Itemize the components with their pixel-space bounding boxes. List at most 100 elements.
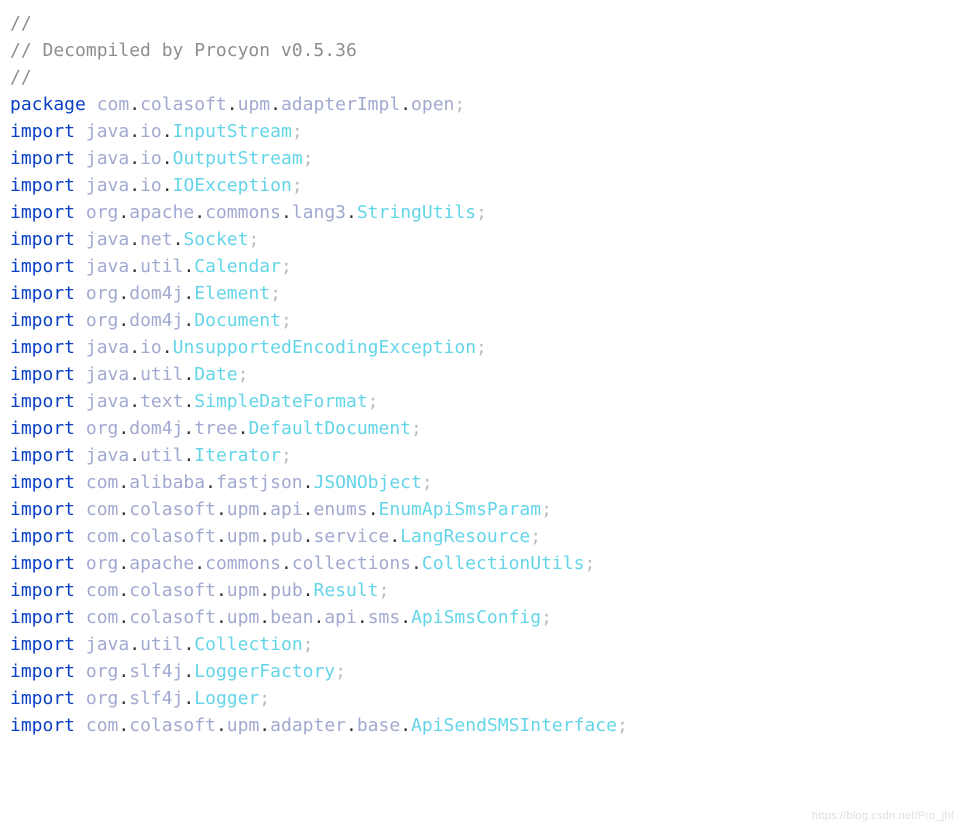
semicolon: ;: [454, 94, 465, 115]
dot: .: [259, 499, 270, 520]
dot: .: [400, 607, 411, 628]
code-line: import java.util.Calendar;: [10, 253, 954, 280]
semicolon: ;: [379, 580, 390, 601]
package-segment: dom4j: [129, 283, 183, 304]
dot: .: [129, 391, 140, 412]
code-line: import java.text.SimpleDateFormat;: [10, 388, 954, 415]
package-segment: com: [86, 580, 119, 601]
package-segment: adapter: [270, 715, 346, 736]
dot: .: [314, 607, 325, 628]
package-segment: adapterImpl: [281, 94, 400, 115]
code-line: import org.slf4j.Logger;: [10, 685, 954, 712]
comment-text: //: [10, 67, 43, 88]
semicolon: ;: [541, 499, 552, 520]
dot: .: [389, 526, 400, 547]
class-name: ApiSmsConfig: [411, 607, 541, 628]
keyword-import: import: [10, 175, 75, 196]
code-line: import com.alibaba.fastjson.JSONObject;: [10, 469, 954, 496]
package-segment: io: [140, 175, 162, 196]
code-line: import java.io.OutputStream;: [10, 145, 954, 172]
dot: .: [227, 94, 238, 115]
dot: .: [368, 499, 379, 520]
keyword-import: import: [10, 283, 75, 304]
semicolon: ;: [584, 553, 595, 574]
keyword-import: import: [10, 418, 75, 439]
class-name: Socket: [183, 229, 248, 250]
dot: .: [118, 499, 129, 520]
dot: .: [118, 202, 129, 223]
package-segment: commons: [205, 202, 281, 223]
package-segment: io: [140, 121, 162, 142]
semicolon: ;: [281, 310, 292, 331]
code-line: import com.colasoft.upm.api.enums.EnumAp…: [10, 496, 954, 523]
package-segment: colasoft: [129, 580, 216, 601]
dot: .: [194, 202, 205, 223]
class-name: Element: [194, 283, 270, 304]
semicolon: ;: [248, 229, 259, 250]
dot: .: [183, 634, 194, 655]
package-segment: dom4j: [129, 310, 183, 331]
dot: .: [118, 688, 129, 709]
dot: .: [118, 526, 129, 547]
keyword-import: import: [10, 634, 75, 655]
keyword-import: import: [10, 364, 75, 385]
dot: .: [183, 256, 194, 277]
package-segment: pub: [270, 526, 303, 547]
semicolon: ;: [476, 337, 487, 358]
package-segment: com: [86, 472, 119, 493]
dot: .: [129, 364, 140, 385]
semicolon: ;: [292, 175, 303, 196]
semicolon: ;: [303, 634, 314, 655]
class-name: Calendar: [194, 256, 281, 277]
semicolon: ;: [292, 121, 303, 142]
dot: .: [118, 715, 129, 736]
package-segment: com: [86, 607, 119, 628]
package-segment: text: [140, 391, 183, 412]
package-segment: java: [86, 256, 129, 277]
dot: .: [162, 121, 173, 142]
class-name: Logger: [194, 688, 259, 709]
dot: .: [118, 418, 129, 439]
dot: .: [216, 526, 227, 547]
code-line: import com.colasoft.upm.pub.Result;: [10, 577, 954, 604]
package-segment: java: [86, 364, 129, 385]
code-line: import org.dom4j.Document;: [10, 307, 954, 334]
dot: .: [238, 418, 249, 439]
code-line: import java.io.InputStream;: [10, 118, 954, 145]
package-segment: com: [86, 499, 119, 520]
package-segment: dom4j: [129, 418, 183, 439]
package-segment: org: [86, 283, 119, 304]
code-line: import com.colasoft.upm.adapter.base.Api…: [10, 712, 954, 739]
dot: .: [129, 148, 140, 169]
keyword-import: import: [10, 688, 75, 709]
dot: .: [183, 418, 194, 439]
class-name: UnsupportedEncodingException: [173, 337, 476, 358]
dot: .: [216, 580, 227, 601]
semicolon: ;: [335, 661, 346, 682]
semicolon: ;: [270, 283, 281, 304]
dot: .: [216, 499, 227, 520]
dot: .: [183, 688, 194, 709]
dot: .: [162, 148, 173, 169]
dot: .: [183, 661, 194, 682]
class-name: Document: [194, 310, 281, 331]
package-segment: commons: [205, 553, 281, 574]
package-segment: java: [86, 148, 129, 169]
dot: .: [173, 229, 184, 250]
package-segment: upm: [238, 94, 271, 115]
package-segment: pub: [270, 580, 303, 601]
package-segment: open: [411, 94, 454, 115]
watermark-text: https://blog.csdn.net/Pro_jhf: [812, 803, 954, 830]
keyword-import: import: [10, 715, 75, 736]
package-segment: java: [86, 337, 129, 358]
semicolon: ;: [541, 607, 552, 628]
package-segment: org: [86, 202, 119, 223]
package-segment: util: [140, 445, 183, 466]
dot: .: [118, 580, 129, 601]
package-segment: collections: [292, 553, 411, 574]
code-line: import org.apache.commons.collections.Co…: [10, 550, 954, 577]
package-segment: colasoft: [129, 526, 216, 547]
semicolon: ;: [259, 688, 270, 709]
keyword-import: import: [10, 526, 75, 547]
keyword-import: import: [10, 661, 75, 682]
